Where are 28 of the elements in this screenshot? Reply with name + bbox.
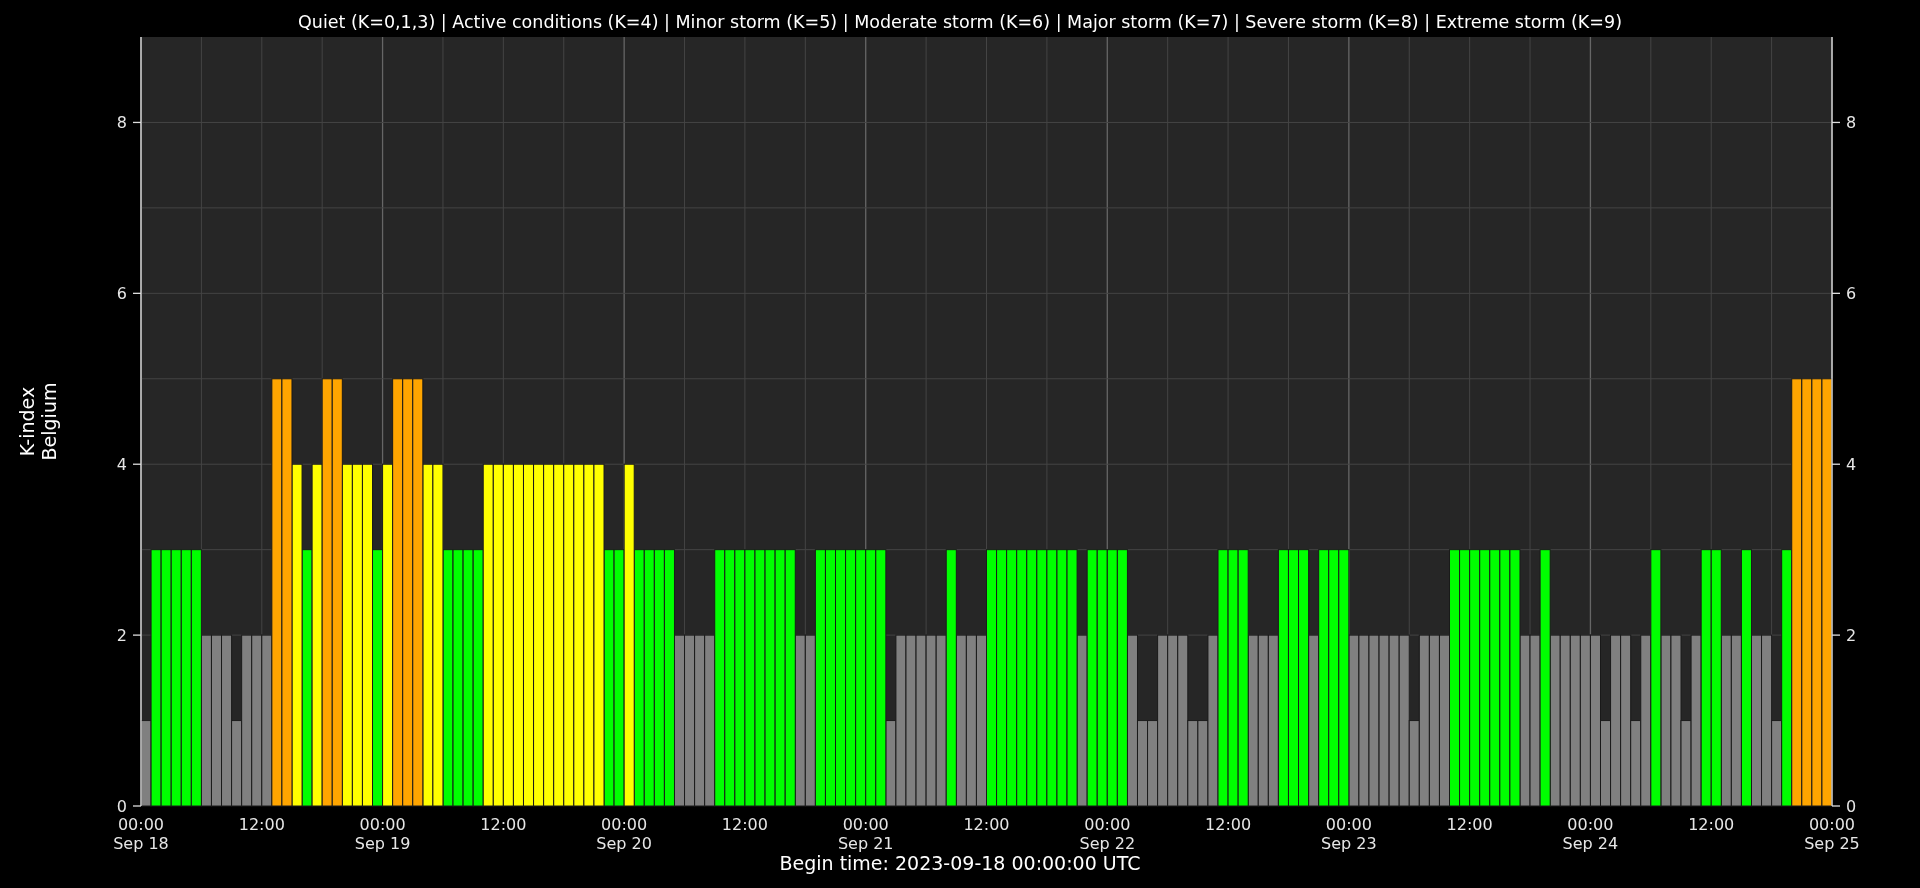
x-tick-label: 00:00 Sep 18: [113, 815, 169, 853]
x-tick-label: 12:00: [721, 815, 768, 834]
x-tick-label: 12:00: [480, 815, 527, 834]
y-tick-label: 8: [1846, 113, 1857, 133]
x-axis-label: Begin time: 2023-09-18 00:00:00 UTC: [779, 852, 1141, 874]
y-tick-label: 2: [1846, 626, 1857, 646]
y-tick-label: 4: [1846, 455, 1857, 475]
x-tick-label: 00:00 Sep 22: [1079, 815, 1136, 853]
y-tick-label: 6: [1846, 284, 1857, 304]
chart-title: Quiet (K=0,1,3) | Active conditions (K=4) | Minor storm (K=5) | Moderate storm (K=6) | Major storm (K=7) | Severe storm (K=8) | Extreme storm (K=9): [298, 12, 1622, 32]
x-tick-label: 00:00 Sep 24: [1562, 815, 1619, 853]
x-tick-label: 12:00: [238, 815, 285, 834]
x-tick-label: 12:00: [1446, 815, 1493, 834]
x-tick-label: 00:00 Sep 21: [837, 815, 894, 853]
x-tick-label: 00:00 Sep 20: [596, 815, 652, 853]
y-tick-label: 2: [116, 626, 127, 646]
y-axis-label: K-index Belgium: [16, 382, 60, 461]
x-tick-label: 00:00 Sep 25: [1804, 815, 1860, 853]
x-tick-label: 12:00: [1205, 815, 1252, 834]
y-tick-label: 6: [116, 284, 127, 304]
x-tick-label: 00:00 Sep 19: [354, 815, 411, 853]
x-tick-label: 12:00: [1688, 815, 1735, 834]
y-tick-label: 4: [116, 455, 127, 475]
x-tick-label: 00:00 Sep 23: [1321, 815, 1377, 853]
y-tick-label: 8: [116, 113, 127, 133]
y-tick-label: 0: [1846, 797, 1857, 816]
y-tick-label: 0: [116, 797, 127, 816]
x-tick-label: 12:00: [963, 815, 1010, 834]
